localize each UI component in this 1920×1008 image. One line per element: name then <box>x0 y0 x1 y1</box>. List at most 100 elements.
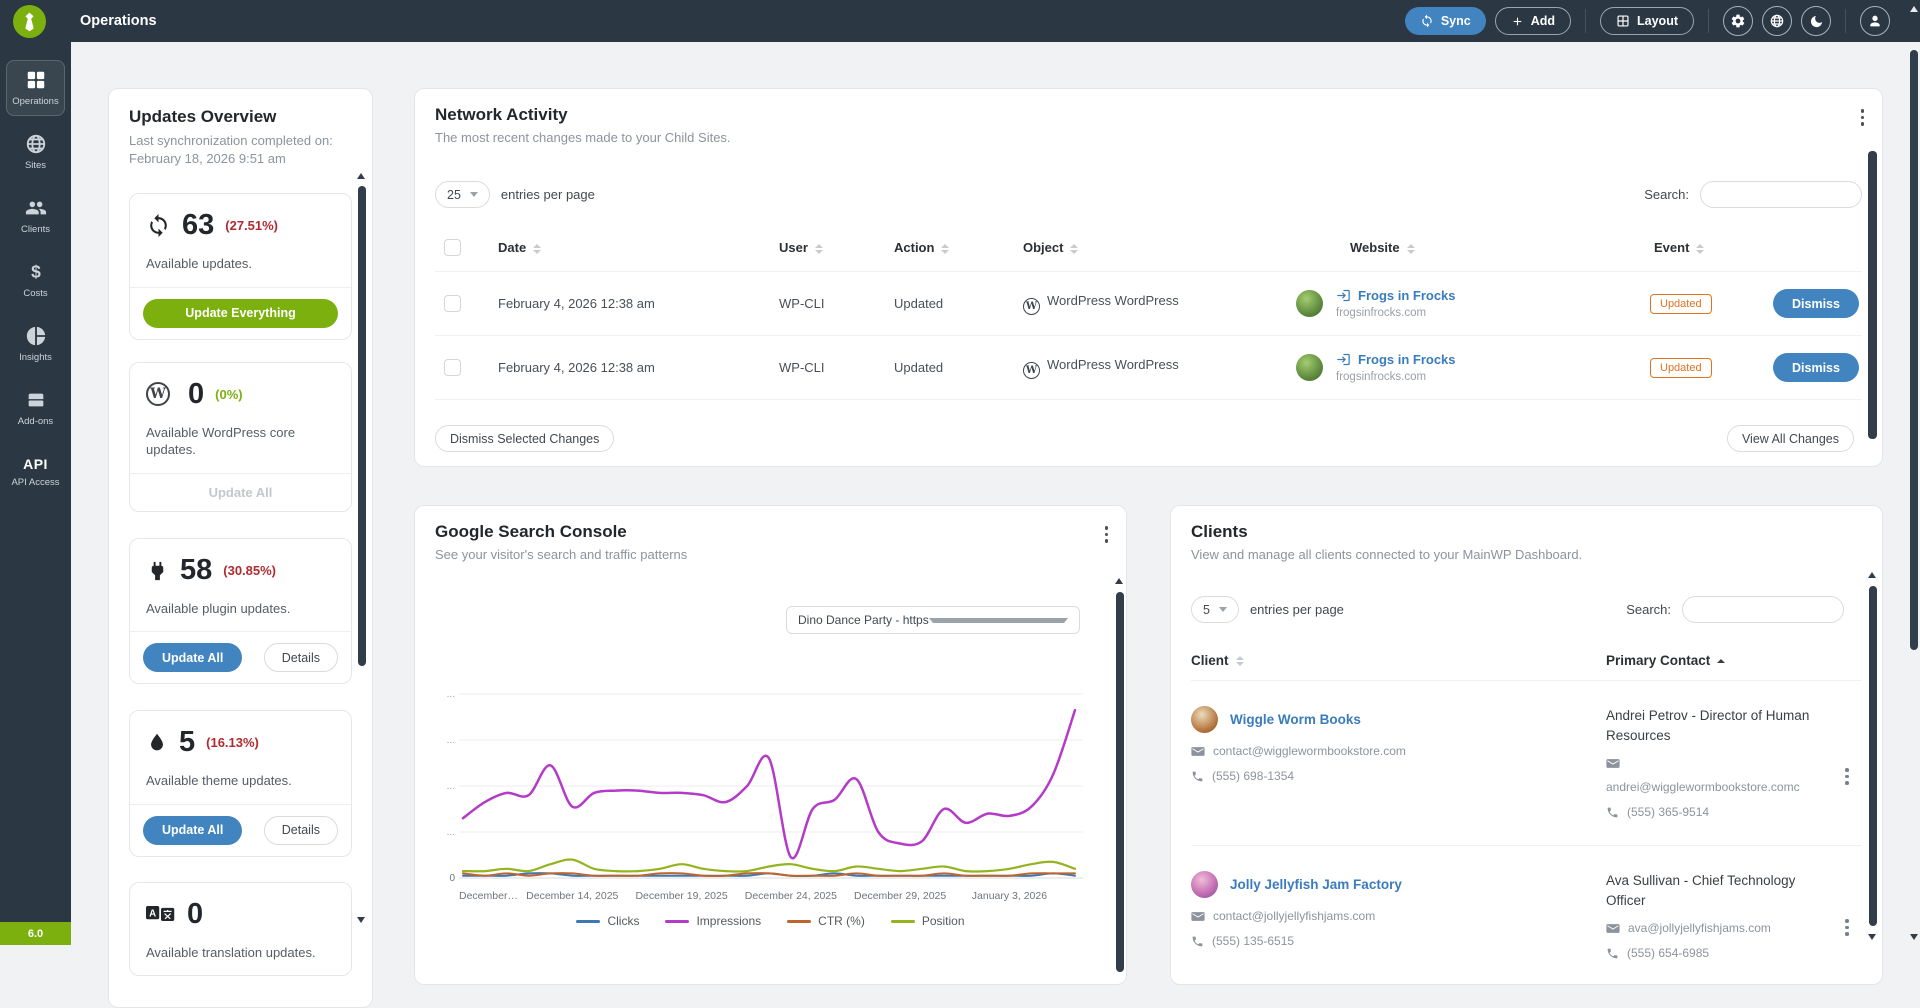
updates-card-text: Available updates. <box>130 242 351 287</box>
sidebar-item-insights[interactable]: Insights <box>6 316 65 372</box>
client-row-menu-button[interactable] <box>1832 706 1862 819</box>
dismiss-button[interactable]: Dismiss <box>1773 289 1859 318</box>
client-phone: (555) 698-1354 <box>1212 769 1294 783</box>
network-activity-subtitle: The most recent changes made to your Chi… <box>435 130 1862 145</box>
details-button[interactable]: Details <box>264 643 338 672</box>
panel-menu-button[interactable] <box>1861 109 1865 126</box>
sidebar-item-label: Add-ons <box>18 416 53 427</box>
layout-grid-icon <box>1616 14 1630 28</box>
client-name-link[interactable]: Wiggle Worm Books <box>1230 712 1361 727</box>
update-all-button[interactable]: Update All <box>143 643 242 672</box>
contact-phone: (555) 654-6985 <box>1627 946 1709 960</box>
updates-count: 0 <box>187 898 203 931</box>
phone-icon <box>1191 770 1204 783</box>
client-row-menu-button[interactable] <box>1832 871 1862 960</box>
dismiss-button[interactable]: Dismiss <box>1773 353 1859 382</box>
select-all-checkbox[interactable] <box>444 239 461 256</box>
scroll-up-arrow[interactable] <box>1910 6 1918 12</box>
svg-text:0: 0 <box>449 873 455 884</box>
sidebar-item-costs[interactable]: $ Costs <box>6 252 65 308</box>
svg-text:December 14, 2025: December 14, 2025 <box>526 890 618 902</box>
dark-mode-button[interactable] <box>1801 6 1831 36</box>
network-scrollbar[interactable] <box>1868 151 1877 439</box>
sidebar-item-clients[interactable]: Clients <box>6 188 65 244</box>
update-everything-button[interactable]: Update Everything <box>143 299 338 328</box>
sidebar-item-label: Operations <box>12 96 58 107</box>
updates-card-all: 63 (27.51%) Available updates. Update Ev… <box>129 193 352 340</box>
table-row: Jolly Jellyfish Jam Factory contact@joll… <box>1191 845 1862 986</box>
page-scrollbar[interactable] <box>1907 0 1920 945</box>
sidebar-item-sites[interactable]: Sites <box>6 124 65 180</box>
dismiss-selected-button[interactable]: Dismiss Selected Changes <box>435 425 614 452</box>
sync-button[interactable]: Sync <box>1405 7 1486 35</box>
scroll-down-arrow[interactable] <box>1868 934 1876 940</box>
gsc-chart: ............0December…December 14, 2025D… <box>435 656 1106 928</box>
legend-item-clicks[interactable]: Clicks <box>576 914 639 928</box>
column-action[interactable]: Action <box>894 240 934 255</box>
network-search-input[interactable] <box>1700 181 1862 208</box>
scroll-down-arrow[interactable] <box>1910 934 1918 940</box>
column-client[interactable]: Client <box>1191 653 1229 668</box>
site-selector-dropdown[interactable]: Dino Dance Party - https://dinodancepart… <box>786 606 1080 634</box>
legend-item-impressions[interactable]: Impressions <box>665 914 761 928</box>
box-icon <box>25 389 47 411</box>
entries-per-page-select[interactable]: 5 <box>1191 596 1239 623</box>
network-table-header: Date User Action Object Website Event <box>435 224 1862 272</box>
settings-button[interactable] <box>1723 6 1753 36</box>
svg-text:A: A <box>149 909 156 920</box>
row-action: Updated <box>894 296 1023 311</box>
clients-table-header: Client Primary Contact <box>1191 653 1862 681</box>
column-user[interactable]: User <box>779 240 808 255</box>
gsc-scrollbar[interactable] <box>1116 592 1124 972</box>
add-label: Add <box>1531 14 1555 28</box>
sort-icon <box>1236 656 1244 666</box>
scroll-up-arrow[interactable] <box>357 173 365 179</box>
clients-scrollbar[interactable] <box>1869 586 1877 926</box>
sidebar-item-addons[interactable]: Add-ons <box>6 380 65 436</box>
sidebar-item-api-access[interactable]: API API Access <box>6 444 65 500</box>
droplet-icon <box>146 732 168 754</box>
topbar-divider <box>1845 9 1846 33</box>
client-name-link[interactable]: Jolly Jellyfish Jam Factory <box>1230 877 1402 892</box>
mainwp-logo-icon[interactable] <box>13 5 46 38</box>
column-event[interactable]: Event <box>1654 240 1689 255</box>
sidebar-item-operations[interactable]: Operations <box>6 60 65 116</box>
site-link[interactable]: Frogs in Frocks <box>1336 288 1456 303</box>
search-label: Search: <box>1626 602 1671 617</box>
search-label: Search: <box>1644 187 1689 202</box>
site-selector-value: Dino Dance Party - https://dinodancepart… <box>798 613 929 627</box>
network-activity-title: Network Activity <box>435 105 1862 125</box>
column-primary-contact[interactable]: Primary Contact <box>1606 653 1710 668</box>
row-checkbox[interactable] <box>444 359 461 376</box>
svg-text:January 3, 2026: January 3, 2026 <box>972 890 1047 902</box>
column-website[interactable]: Website <box>1350 240 1400 255</box>
column-object[interactable]: Object <box>1023 240 1063 255</box>
email-icon <box>1606 758 1620 769</box>
scroll-down-arrow[interactable] <box>357 917 365 923</box>
add-button[interactable]: Add <box>1495 7 1571 35</box>
site-link[interactable]: Frogs in Frocks <box>1336 352 1456 367</box>
update-all-button[interactable]: Update All <box>143 816 242 845</box>
user-menu-button[interactable] <box>1860 6 1890 36</box>
row-checkbox[interactable] <box>444 295 461 312</box>
scroll-up-arrow[interactable] <box>1115 578 1123 584</box>
details-button[interactable]: Details <box>264 816 338 845</box>
svg-text:...: ... <box>447 735 455 746</box>
scrollbar-thumb[interactable] <box>1910 50 1918 650</box>
column-date[interactable]: Date <box>498 240 526 255</box>
clients-search-input[interactable] <box>1682 596 1844 623</box>
sync-icon <box>146 213 171 238</box>
language-button[interactable] <box>1762 6 1792 36</box>
topbar-divider <box>1585 9 1586 33</box>
legend-item-position[interactable]: Position <box>891 914 965 928</box>
legend-item-ctr[interactable]: CTR (%) <box>787 914 865 928</box>
entries-per-page-select[interactable]: 25 <box>435 181 490 208</box>
pie-chart-icon <box>25 325 47 347</box>
updates-scrollbar[interactable] <box>358 186 366 666</box>
panel-menu-button[interactable] <box>1105 526 1109 543</box>
scroll-up-arrow[interactable] <box>1868 572 1876 578</box>
clients-subtitle: View and manage all clients connected to… <box>1191 547 1862 562</box>
layout-button[interactable]: Layout <box>1600 7 1694 35</box>
view-all-changes-button[interactable]: View All Changes <box>1727 425 1854 452</box>
page-title: Operations <box>80 13 157 29</box>
